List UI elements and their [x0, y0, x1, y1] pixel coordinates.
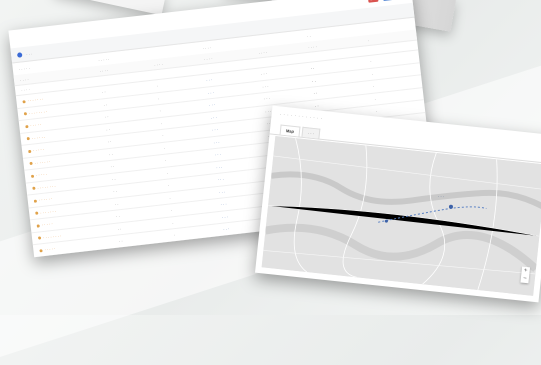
breadcrumb[interactable]: · · ·: [26, 51, 33, 57]
row-name-text: · · · · ·: [32, 146, 45, 153]
app-logo-icon: [16, 51, 23, 58]
status-dot-icon: [25, 124, 29, 129]
badge-red[interactable]: ■ ■: [367, 0, 379, 3]
status-dot-icon: [39, 248, 43, 253]
map-panel: · · · · · · · · · · · · Map · · · · · · …: [255, 105, 541, 303]
row-name-text: · · · · · · ·: [34, 158, 51, 166]
status-dot-icon: [22, 99, 26, 104]
row-name-text: · · · · · · · ·: [42, 232, 62, 240]
row-name-text: · · · · ·: [35, 171, 48, 178]
map-terrain: [261, 136, 541, 296]
status-dot-icon: [28, 149, 32, 153]
row-name-text: · · · · · · · ·: [37, 183, 56, 191]
status-dot-icon: [32, 186, 36, 191]
row-name-text: · · · · · ·: [31, 133, 46, 141]
row-name-text: · · · · · · ·: [39, 208, 57, 215]
zoom-out-button[interactable]: −: [520, 274, 529, 283]
map-canvas[interactable]: · · · + −: [261, 136, 541, 296]
background-card-left: [53, 0, 167, 16]
row-name-text: · · · · · · · ·: [28, 108, 48, 116]
status-dot-icon: [23, 112, 28, 116]
row-name-text: · · · · ·: [44, 245, 56, 253]
status-dot-icon: [30, 174, 35, 178]
row-name-text: · · · · ·: [41, 221, 53, 228]
status-dot-icon: [26, 137, 30, 141]
tab-other[interactable]: · · ·: [301, 126, 321, 139]
row-name-text: · · · · ·: [29, 121, 42, 129]
badge-blue[interactable]: ■ ■: [382, 0, 394, 1]
tab-map[interactable]: Map: [279, 124, 301, 137]
status-dot-icon: [37, 236, 42, 240]
col-group-spacer: [367, 23, 422, 29]
status-dot-icon: [29, 161, 33, 166]
status-dot-icon: [33, 199, 38, 203]
status-dot-icon: [35, 211, 39, 215]
row-name-text: · · · · · · ·: [27, 96, 44, 104]
map-place-label: · · ·: [437, 193, 445, 199]
zoom-control: + −: [520, 266, 531, 284]
status-dot-icon: [36, 224, 40, 228]
row-name-text: · · · · · ·: [38, 196, 53, 203]
